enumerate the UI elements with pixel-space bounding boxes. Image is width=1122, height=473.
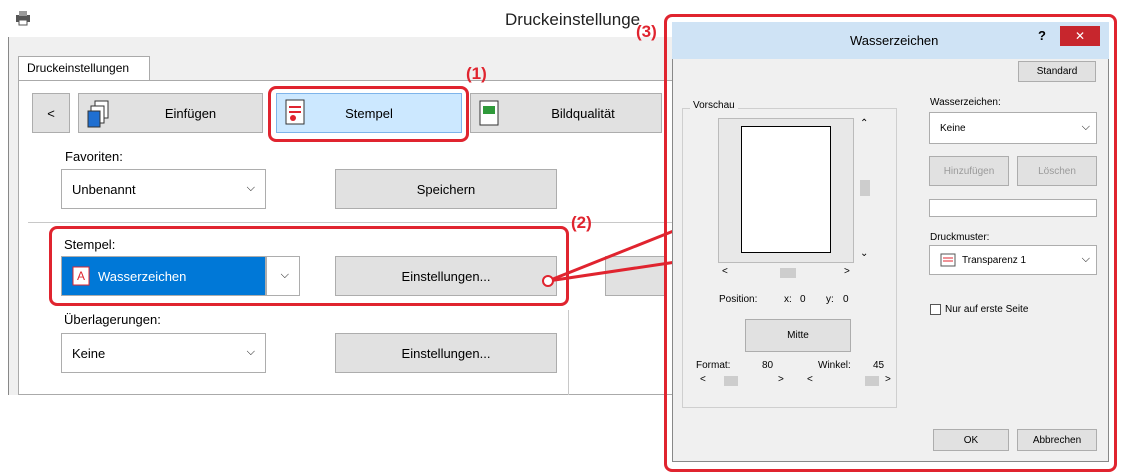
callout-3: (3)	[636, 22, 657, 41]
cancel-button[interactable]: Abbrechen	[1017, 429, 1097, 451]
chevron-down-icon: ⌵	[1081, 120, 1090, 133]
preview-label: Vorschau	[690, 100, 738, 111]
watermark-label: Wasserzeichen:	[930, 97, 1001, 108]
standard-button[interactable]: Standard	[1018, 61, 1096, 82]
position-label: Position:	[719, 294, 758, 305]
y-value: 0	[843, 294, 849, 305]
x-label: x:	[784, 294, 792, 305]
scroll-thumb[interactable]	[860, 180, 870, 196]
pattern-label: Druckmuster:	[930, 232, 990, 243]
transparency-icon	[940, 253, 956, 267]
watermark-select[interactable]: Keine ⌵	[929, 112, 1097, 144]
format-slider-thumb[interactable]	[724, 376, 738, 386]
angle-value: 45	[873, 360, 885, 371]
first-page-checkbox[interactable]	[930, 304, 941, 315]
scroll-down-icon[interactable]: ⌄	[860, 248, 868, 259]
scroll-up-icon[interactable]: ⌃	[860, 118, 868, 129]
h-scroll-thumb[interactable]	[780, 268, 796, 278]
add-button[interactable]: Hinzufügen	[929, 156, 1009, 186]
ok-button[interactable]: OK	[933, 429, 1009, 451]
format-value: 80	[762, 360, 774, 371]
center-button[interactable]: Mitte	[745, 319, 851, 352]
x-value: 0	[800, 294, 806, 305]
horizontal-scrollbar[interactable]: < >	[718, 266, 854, 280]
format-increase-icon[interactable]: >	[778, 374, 784, 385]
page-preview	[741, 126, 831, 253]
chevron-down-icon: ⌵	[1081, 252, 1090, 265]
help-button[interactable]: ?	[1038, 28, 1046, 43]
close-button[interactable]: ✕	[1060, 26, 1100, 46]
scroll-left-icon[interactable]: <	[722, 266, 728, 277]
delete-button[interactable]: Löschen	[1017, 156, 1097, 186]
angle-slider-thumb[interactable]	[865, 376, 879, 386]
dialog-title: Wasserzeichen	[850, 33, 939, 48]
watermark-value: Keine	[940, 122, 966, 134]
pattern-select[interactable]: Transparenz 1 ⌵	[929, 245, 1097, 275]
scroll-right-icon[interactable]: >	[844, 266, 850, 277]
angle-decrease-icon[interactable]: <	[807, 374, 813, 385]
watermark-text-input[interactable]	[929, 199, 1097, 217]
format-slider[interactable]: < >	[698, 374, 786, 388]
angle-slider[interactable]: < >	[805, 374, 893, 388]
y-label: y:	[826, 294, 834, 305]
format-decrease-icon[interactable]: <	[700, 374, 706, 385]
first-page-label: Nur auf erste Seite	[945, 304, 1029, 315]
angle-increase-icon[interactable]: >	[885, 374, 891, 385]
angle-label: Winkel:	[818, 360, 851, 371]
format-label: Format:	[696, 360, 731, 371]
vertical-scrollbar[interactable]: ⌃ ⌄	[858, 118, 872, 263]
pattern-value: Transparenz 1	[962, 254, 1027, 266]
